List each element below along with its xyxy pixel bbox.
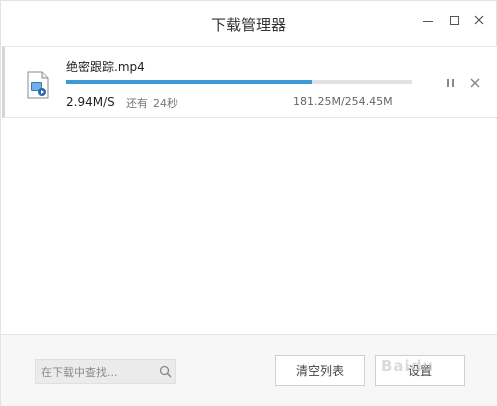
pause-button[interactable] [442, 76, 458, 90]
minimize-icon [423, 20, 433, 22]
close-icon [474, 15, 484, 25]
remaining-time: 24秒 [153, 97, 178, 110]
search-box [35, 359, 176, 384]
watermark-logo: Baidu [381, 357, 435, 375]
download-size: 181.25M/254.45M [293, 95, 393, 108]
download-list-empty-area [2, 119, 497, 334]
title-bar: 下载管理器 [1, 1, 496, 45]
search-input[interactable] [41, 364, 151, 380]
remaining-label: 还有 [126, 97, 148, 110]
progress-bar [66, 80, 412, 84]
maximize-button[interactable] [444, 11, 464, 29]
cancel-download-button[interactable] [468, 76, 482, 90]
download-item[interactable]: 绝密跟踪.mp4 2.94M/S 还有 24秒 181.25M/254.45M [2, 46, 497, 118]
search-icon[interactable] [159, 365, 172, 378]
download-manager-window: 下载管理器 绝密跟踪.mp4 2.94M/S 还有 24秒 181.25M/25… [0, 0, 497, 406]
progress-fill [66, 80, 312, 84]
maximize-icon [449, 15, 459, 25]
close-icon [470, 78, 480, 88]
video-file-icon [27, 71, 49, 99]
file-name: 绝密跟踪.mp4 [66, 60, 145, 74]
clear-list-button[interactable]: 清空列表 [275, 355, 365, 386]
download-speed: 2.94M/S [66, 95, 115, 109]
pause-icon [446, 79, 449, 87]
window-close-button[interactable] [469, 11, 489, 29]
minimize-button[interactable] [418, 11, 438, 29]
